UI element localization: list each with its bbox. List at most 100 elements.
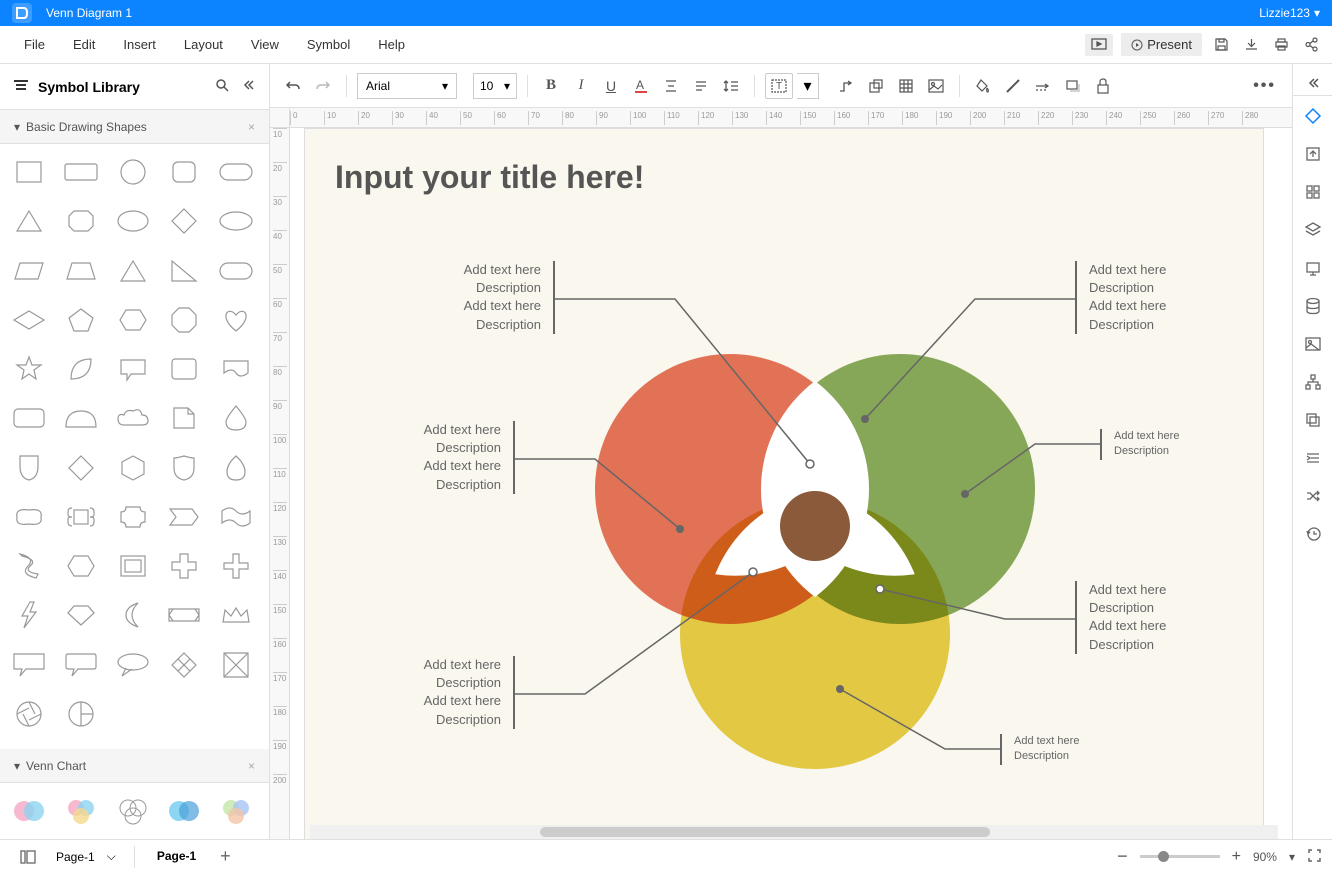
font-color-icon[interactable]: A [628, 73, 654, 99]
zoom-out-button[interactable]: − [1117, 846, 1128, 867]
shape-teardrop[interactable] [215, 400, 257, 436]
save-icon[interactable] [1210, 34, 1232, 56]
shape-plaque[interactable] [112, 499, 154, 535]
shape-s-curve[interactable] [8, 548, 50, 584]
shape-stadium[interactable] [215, 253, 257, 289]
venn-3-outline[interactable] [112, 793, 154, 829]
shape-flag[interactable] [215, 499, 257, 535]
shape-hexagon2[interactable] [112, 450, 154, 486]
shape-wave-rect[interactable] [215, 351, 257, 387]
chevron-down-icon[interactable]: ▾ [1314, 6, 1320, 20]
shape-parallelogram[interactable] [8, 253, 50, 289]
venn-3-pastel[interactable] [215, 793, 257, 829]
shape-diamond2[interactable] [60, 450, 102, 486]
shape-callout-rect[interactable] [8, 647, 50, 683]
shape-pentagon[interactable] [60, 302, 102, 338]
shape-oval[interactable] [215, 203, 257, 239]
shape-badge-shield[interactable] [163, 450, 205, 486]
fullscreen-icon[interactable] [1307, 848, 1322, 866]
shape-frame[interactable] [112, 548, 154, 584]
underline-icon[interactable]: U [598, 73, 624, 99]
font-select[interactable]: Arial▾ [357, 73, 457, 99]
shape-egg[interactable] [215, 450, 257, 486]
present-button[interactable]: Present [1121, 33, 1202, 56]
venn-3-color[interactable] [60, 793, 102, 829]
align-vertical-icon[interactable] [658, 73, 684, 99]
shape-trapezoid[interactable] [60, 253, 102, 289]
share-icon[interactable] [1300, 34, 1322, 56]
table-icon[interactable] [893, 73, 919, 99]
shape-diamond[interactable] [163, 203, 205, 239]
history-icon[interactable] [1295, 516, 1331, 552]
shape-octagon-rect[interactable] [60, 203, 102, 239]
menu-help[interactable]: Help [364, 31, 419, 58]
shuffle-icon[interactable] [1295, 478, 1331, 514]
horizontal-scrollbar[interactable] [310, 825, 1278, 839]
venn-center[interactable] [780, 491, 850, 561]
undo-icon[interactable] [280, 73, 306, 99]
shape-crescent[interactable] [112, 597, 154, 633]
shape-insert-icon[interactable] [863, 73, 889, 99]
text-box-icon[interactable]: T [765, 73, 793, 99]
fill-style-icon[interactable] [1295, 98, 1331, 134]
close-icon[interactable]: × [248, 759, 255, 773]
shape-right-triangle[interactable] [163, 253, 205, 289]
zoom-slider[interactable] [1140, 855, 1220, 858]
shape-rect-round[interactable] [8, 400, 50, 436]
shape-rounded-square[interactable] [163, 154, 205, 190]
shape-bracket[interactable] [60, 499, 102, 535]
connector-icon[interactable] [833, 73, 859, 99]
zoom-level[interactable]: 90% [1253, 850, 1277, 864]
line-spacing-icon[interactable] [718, 73, 744, 99]
shape-triangle[interactable] [8, 203, 50, 239]
shape-square[interactable] [8, 154, 50, 190]
shape-crown[interactable] [215, 597, 257, 633]
shape-pie[interactable] [60, 696, 102, 732]
shape-chevron[interactable] [163, 499, 205, 535]
copy-icon[interactable] [1295, 402, 1331, 438]
label-lower-right[interactable]: Add text hereDescriptionAdd text hereDes… [1075, 581, 1215, 654]
redo-icon[interactable] [310, 73, 336, 99]
shape-rounded-rect[interactable] [215, 154, 257, 190]
shadow-icon[interactable] [1060, 73, 1086, 99]
label-bot-right[interactable]: Add text hereDescription [1000, 734, 1140, 765]
user-menu[interactable]: Lizzie123 [1259, 6, 1310, 20]
shape-callout-oval[interactable] [112, 647, 154, 683]
shape-ellipse[interactable] [112, 203, 154, 239]
text-dropdown[interactable]: ▾ [797, 73, 819, 99]
shape-plus[interactable] [215, 548, 257, 584]
shape-lightning[interactable] [8, 597, 50, 633]
indent-icon[interactable] [1295, 440, 1331, 476]
shape-callout-rounded[interactable] [112, 351, 154, 387]
shape-lemon[interactable] [8, 499, 50, 535]
canvas-page[interactable]: Input your title here! [304, 128, 1264, 839]
database-icon[interactable] [1295, 288, 1331, 324]
label-top-left[interactable]: Add text hereDescriptionAdd text hereDes… [435, 261, 555, 334]
grid-icon[interactable] [1295, 174, 1331, 210]
category-venn-chart[interactable]: ▾ Venn Chart × [0, 749, 269, 783]
image-icon[interactable] [923, 73, 949, 99]
label-mid-right[interactable]: Add text hereDescription [1100, 429, 1240, 460]
zoom-in-button[interactable]: + [1232, 848, 1241, 866]
shape-gem[interactable] [60, 597, 102, 633]
menu-layout[interactable]: Layout [170, 31, 237, 58]
page-layout-icon[interactable] [10, 846, 46, 868]
shape-tri2[interactable] [112, 253, 154, 289]
canvas-title[interactable]: Input your title here! [335, 159, 644, 196]
search-icon[interactable] [215, 78, 229, 95]
align-horizontal-icon[interactable] [688, 73, 714, 99]
shape-hex-vert[interactable] [60, 548, 102, 584]
category-basic-shapes[interactable]: ▾ Basic Drawing Shapes × [0, 110, 269, 144]
line-style-icon[interactable] [1030, 73, 1056, 99]
page-tab-1[interactable]: Page-1 [143, 843, 210, 871]
tree-icon[interactable] [1295, 364, 1331, 400]
shape-circle[interactable] [112, 154, 154, 190]
present-panel-icon[interactable] [1295, 250, 1331, 286]
line-icon[interactable] [1000, 73, 1026, 99]
label-bot-left[interactable]: Add text hereDescriptionAdd text hereDes… [395, 656, 515, 729]
menu-view[interactable]: View [237, 31, 293, 58]
shape-doc-fold[interactable] [163, 400, 205, 436]
shape-heart[interactable] [215, 302, 257, 338]
shape-aperture[interactable] [8, 696, 50, 732]
add-page-button[interactable]: + [210, 840, 241, 873]
